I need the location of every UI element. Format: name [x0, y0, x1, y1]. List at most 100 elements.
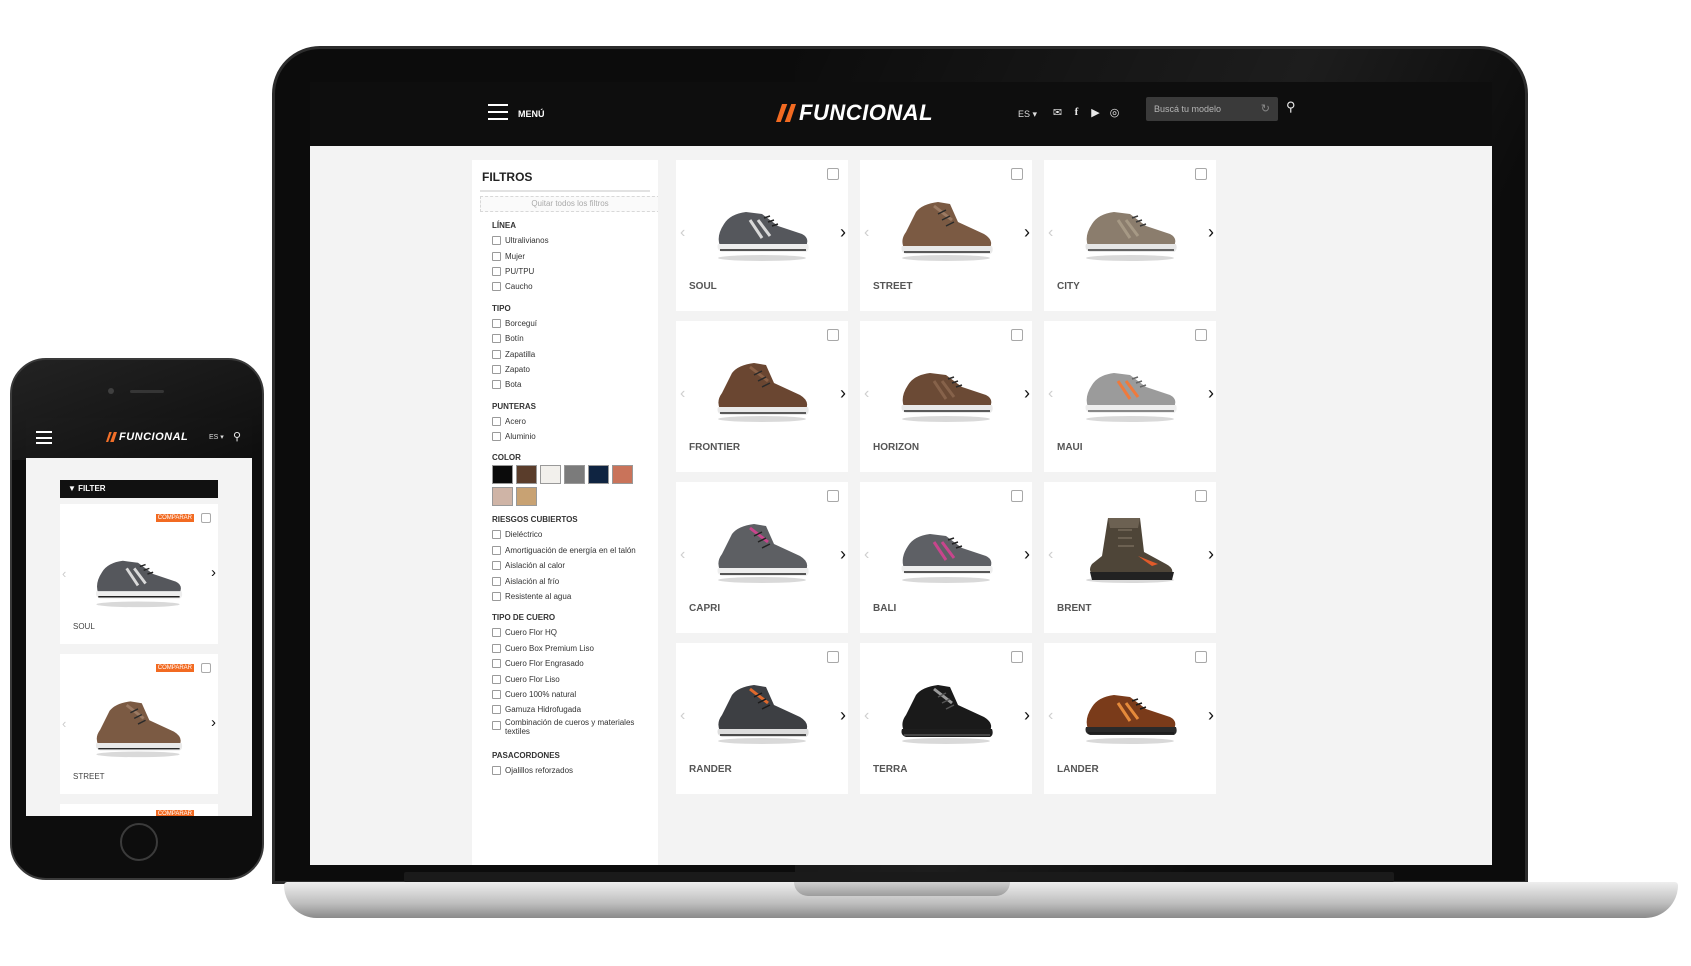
mobile-product-card-peek[interactable]: COMPARAR	[60, 804, 218, 816]
chevron-right-icon[interactable]: ›	[1208, 383, 1214, 404]
product-name[interactable]: FRONTIER	[689, 442, 740, 453]
filter-option[interactable]: Resistente al agua	[492, 589, 650, 604]
compare-checkbox[interactable]	[1011, 168, 1023, 180]
filter-checkbox[interactable]	[492, 720, 501, 730]
product-name[interactable]: CAPRI	[689, 603, 720, 614]
chevron-right-icon[interactable]: ›	[1024, 383, 1030, 404]
color-swatch[interactable]	[564, 465, 585, 485]
product-name[interactable]: RANDER	[689, 764, 732, 775]
filter-checkbox[interactable]	[492, 530, 501, 540]
product-card[interactable]: ‹ › HORIZON	[860, 321, 1032, 472]
filter-option[interactable]: Cuero Flor HQ	[492, 625, 650, 640]
filter-option[interactable]: Cuero 100% natural	[492, 687, 650, 702]
filter-checkbox[interactable]	[492, 334, 501, 344]
product-image[interactable]	[894, 190, 998, 264]
refresh-icon[interactable]: ↻	[1261, 102, 1270, 115]
product-name[interactable]: HORIZON	[873, 442, 919, 453]
product-card[interactable]: ‹ › BRENT	[1044, 482, 1216, 633]
mobile-hamburger-icon[interactable]	[36, 431, 52, 444]
filter-option[interactable]: Cuero Box Premium Liso	[492, 641, 650, 656]
chevron-right-icon[interactable]: ›	[1208, 544, 1214, 565]
chevron-left-icon[interactable]: ‹	[680, 224, 685, 242]
product-image[interactable]	[1078, 512, 1182, 586]
product-name[interactable]: TERRA	[873, 764, 907, 775]
chevron-right-icon[interactable]: ›	[1024, 705, 1030, 726]
chevron-left-icon[interactable]: ‹	[864, 224, 869, 242]
filter-checkbox[interactable]	[492, 765, 501, 775]
facebook-icon[interactable]: f	[1071, 106, 1082, 119]
filter-checkbox[interactable]	[492, 545, 501, 555]
product-card[interactable]: ‹ › SOUL	[676, 160, 848, 311]
brand-logo[interactable]: FUNCIONAL	[776, 100, 933, 126]
filter-option[interactable]: Dieléctrico	[492, 527, 650, 542]
product-image[interactable]	[710, 190, 814, 264]
product-card[interactable]: ‹ › STREET	[860, 160, 1032, 311]
mobile-product-card[interactable]: COMPARAR ‹ › STREET	[60, 654, 218, 794]
chevron-left-icon[interactable]: ‹	[864, 385, 869, 403]
compare-checkbox[interactable]	[201, 663, 211, 673]
compare-checkbox[interactable]	[1195, 329, 1207, 341]
compare-badge[interactable]: COMPARAR	[155, 810, 194, 816]
chevron-right-icon[interactable]: ›	[1208, 705, 1214, 726]
color-swatch[interactable]	[516, 487, 537, 507]
filter-checkbox[interactable]	[492, 416, 501, 426]
clear-filters-button[interactable]: Quitar todos los filtros	[480, 196, 658, 212]
chevron-left-icon[interactable]: ‹	[680, 707, 685, 725]
filter-checkbox[interactable]	[492, 659, 501, 669]
filter-checkbox[interactable]	[492, 266, 501, 276]
filter-option[interactable]: Aislación al frío	[492, 573, 650, 588]
color-swatch[interactable]	[540, 465, 561, 485]
chevron-left-icon[interactable]: ‹	[864, 707, 869, 725]
compare-checkbox[interactable]	[827, 329, 839, 341]
filter-checkbox[interactable]	[492, 561, 501, 571]
chevron-right-icon[interactable]: ›	[211, 564, 216, 581]
filter-checkbox[interactable]	[492, 592, 501, 602]
product-name[interactable]: SOUL	[689, 281, 717, 292]
chevron-left-icon[interactable]: ‹	[864, 546, 869, 564]
filter-option[interactable]: Bota	[492, 377, 650, 392]
filter-checkbox[interactable]	[492, 628, 501, 638]
filter-option[interactable]: Zapato	[492, 362, 650, 377]
chevron-right-icon[interactable]: ›	[840, 222, 846, 243]
chevron-left-icon[interactable]: ‹	[680, 546, 685, 564]
filter-option[interactable]: Amortiguación de energía en el talón	[492, 543, 650, 558]
chevron-left-icon[interactable]: ‹	[1048, 224, 1053, 242]
filter-checkbox[interactable]	[492, 432, 501, 442]
filter-option[interactable]: Cuero Flor Liso	[492, 671, 650, 686]
mobile-brand-logo[interactable]: FUNCIONAL	[106, 431, 188, 443]
product-card[interactable]: ‹ › TERRA	[860, 643, 1032, 794]
hamburger-menu-icon[interactable]	[488, 104, 508, 120]
chevron-left-icon[interactable]: ‹	[1048, 385, 1053, 403]
search-icon[interactable]: ⚲	[233, 430, 241, 443]
product-image[interactable]	[88, 540, 188, 610]
compare-checkbox[interactable]	[1011, 490, 1023, 502]
compare-badge[interactable]: COMPARAR	[155, 664, 194, 672]
compare-checkbox[interactable]	[1011, 651, 1023, 663]
product-image[interactable]	[894, 673, 998, 747]
color-swatch[interactable]	[612, 465, 633, 485]
product-image[interactable]	[894, 512, 998, 586]
filter-option[interactable]: Aluminio	[492, 429, 650, 444]
filter-checkbox[interactable]	[492, 705, 501, 715]
product-name[interactable]: CITY	[1057, 281, 1080, 292]
filter-option[interactable]: Zapatilla	[492, 346, 650, 361]
product-card[interactable]: ‹ › RANDER	[676, 643, 848, 794]
product-card[interactable]: ‹ › LANDER	[1044, 643, 1216, 794]
filter-option[interactable]: Caucho	[492, 279, 650, 294]
product-image[interactable]	[710, 512, 814, 586]
product-name[interactable]: LANDER	[1057, 764, 1099, 775]
chevron-left-icon[interactable]: ‹	[680, 385, 685, 403]
compare-checkbox[interactable]	[1195, 490, 1207, 502]
chevron-right-icon[interactable]: ›	[1024, 222, 1030, 243]
product-name[interactable]: STREET	[73, 772, 105, 781]
filter-option[interactable]: Ultralivianos	[492, 233, 650, 248]
language-selector[interactable]: ES ▾	[1018, 109, 1037, 120]
filter-checkbox[interactable]	[492, 251, 501, 261]
chevron-right-icon[interactable]: ›	[840, 705, 846, 726]
menu-label[interactable]: MENÚ	[518, 109, 545, 119]
compare-checkbox[interactable]	[827, 168, 839, 180]
youtube-icon[interactable]: ▶	[1090, 106, 1101, 119]
product-card[interactable]: ‹ › FRONTIER	[676, 321, 848, 472]
chevron-right-icon[interactable]: ›	[840, 544, 846, 565]
filter-option[interactable]: Ojalillos reforzados	[492, 763, 650, 778]
